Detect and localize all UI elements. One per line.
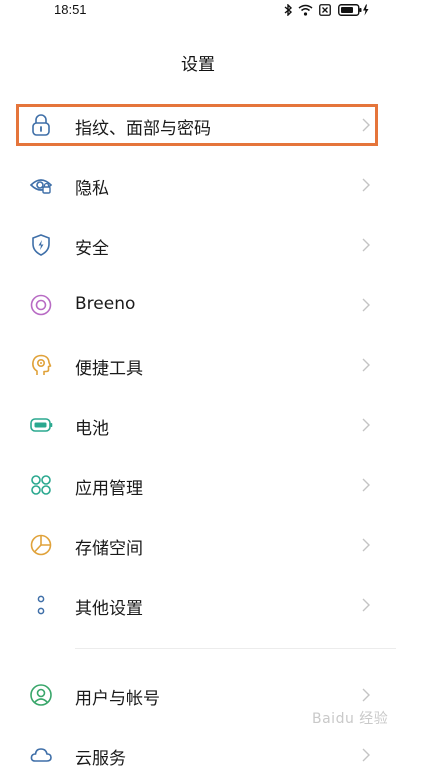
- battery-charging-icon: [338, 4, 369, 16]
- breeno-icon: [30, 294, 52, 316]
- settings-item-cloud-service[interactable]: 云服务: [0, 730, 396, 780]
- chevron-right-icon: [362, 538, 370, 552]
- status-time: 18:51: [54, 2, 87, 17]
- settings-item-label: 隐私: [75, 179, 109, 199]
- settings-item-app-management[interactable]: 应用管理: [0, 460, 396, 510]
- wifi-icon: [298, 4, 313, 16]
- settings-item-label: Breeno: [75, 294, 136, 314]
- chevron-right-icon: [362, 478, 370, 492]
- chevron-right-icon: [362, 748, 370, 762]
- user-icon: [30, 684, 52, 706]
- settings-item-other-settings[interactable]: 其他设置: [0, 580, 396, 630]
- settings-item-convenience-tools[interactable]: 便捷工具: [0, 340, 396, 390]
- shield-icon: [32, 234, 50, 256]
- section-divider: [75, 648, 396, 649]
- chevron-right-icon: [362, 598, 370, 612]
- settings-item-label: 其他设置: [75, 599, 143, 619]
- settings-item-label: 指纹、面部与密码: [75, 119, 211, 139]
- settings-item-breeno[interactable]: Breeno: [0, 280, 396, 330]
- lock-icon: [32, 114, 50, 136]
- cloud-icon: [30, 748, 52, 762]
- settings-item-security[interactable]: 安全: [0, 220, 396, 270]
- more-dots-icon: [37, 595, 45, 615]
- chevron-right-icon: [362, 178, 370, 192]
- chevron-right-icon: [362, 298, 370, 312]
- chevron-right-icon: [362, 418, 370, 432]
- bluetooth-icon: [284, 4, 293, 16]
- battery-icon: [30, 418, 53, 432]
- page-title: 设置: [181, 55, 215, 75]
- watermark: Baidu 经验: [312, 711, 389, 727]
- settings-item-battery[interactable]: 电池: [0, 400, 396, 450]
- settings-item-label: 云服务: [75, 749, 126, 769]
- settings-item-label: 应用管理: [75, 479, 143, 499]
- settings-item-label: 存储空间: [75, 539, 143, 559]
- privacy-eye-icon: [29, 179, 53, 194]
- settings-item-label: 安全: [75, 239, 109, 259]
- pie-chart-icon: [30, 534, 52, 556]
- chevron-right-icon: [362, 358, 370, 372]
- head-gear-icon: [32, 354, 52, 375]
- settings-item-storage[interactable]: 存储空间: [0, 520, 396, 570]
- settings-item-label: 便捷工具: [75, 359, 143, 379]
- settings-item-privacy[interactable]: 隐私: [0, 160, 396, 210]
- status-bar: 18:51: [0, 0, 429, 22]
- apps-icon: [31, 475, 51, 495]
- settings-item-label: 电池: [75, 419, 109, 439]
- chevron-right-icon: [362, 118, 370, 132]
- settings-item-fingerprint-face-password[interactable]: 指纹、面部与密码: [0, 100, 396, 150]
- chevron-right-icon: [362, 688, 370, 702]
- settings-item-label: 用户与帐号: [75, 689, 160, 709]
- sim-icon: [319, 4, 331, 16]
- chevron-right-icon: [362, 238, 370, 252]
